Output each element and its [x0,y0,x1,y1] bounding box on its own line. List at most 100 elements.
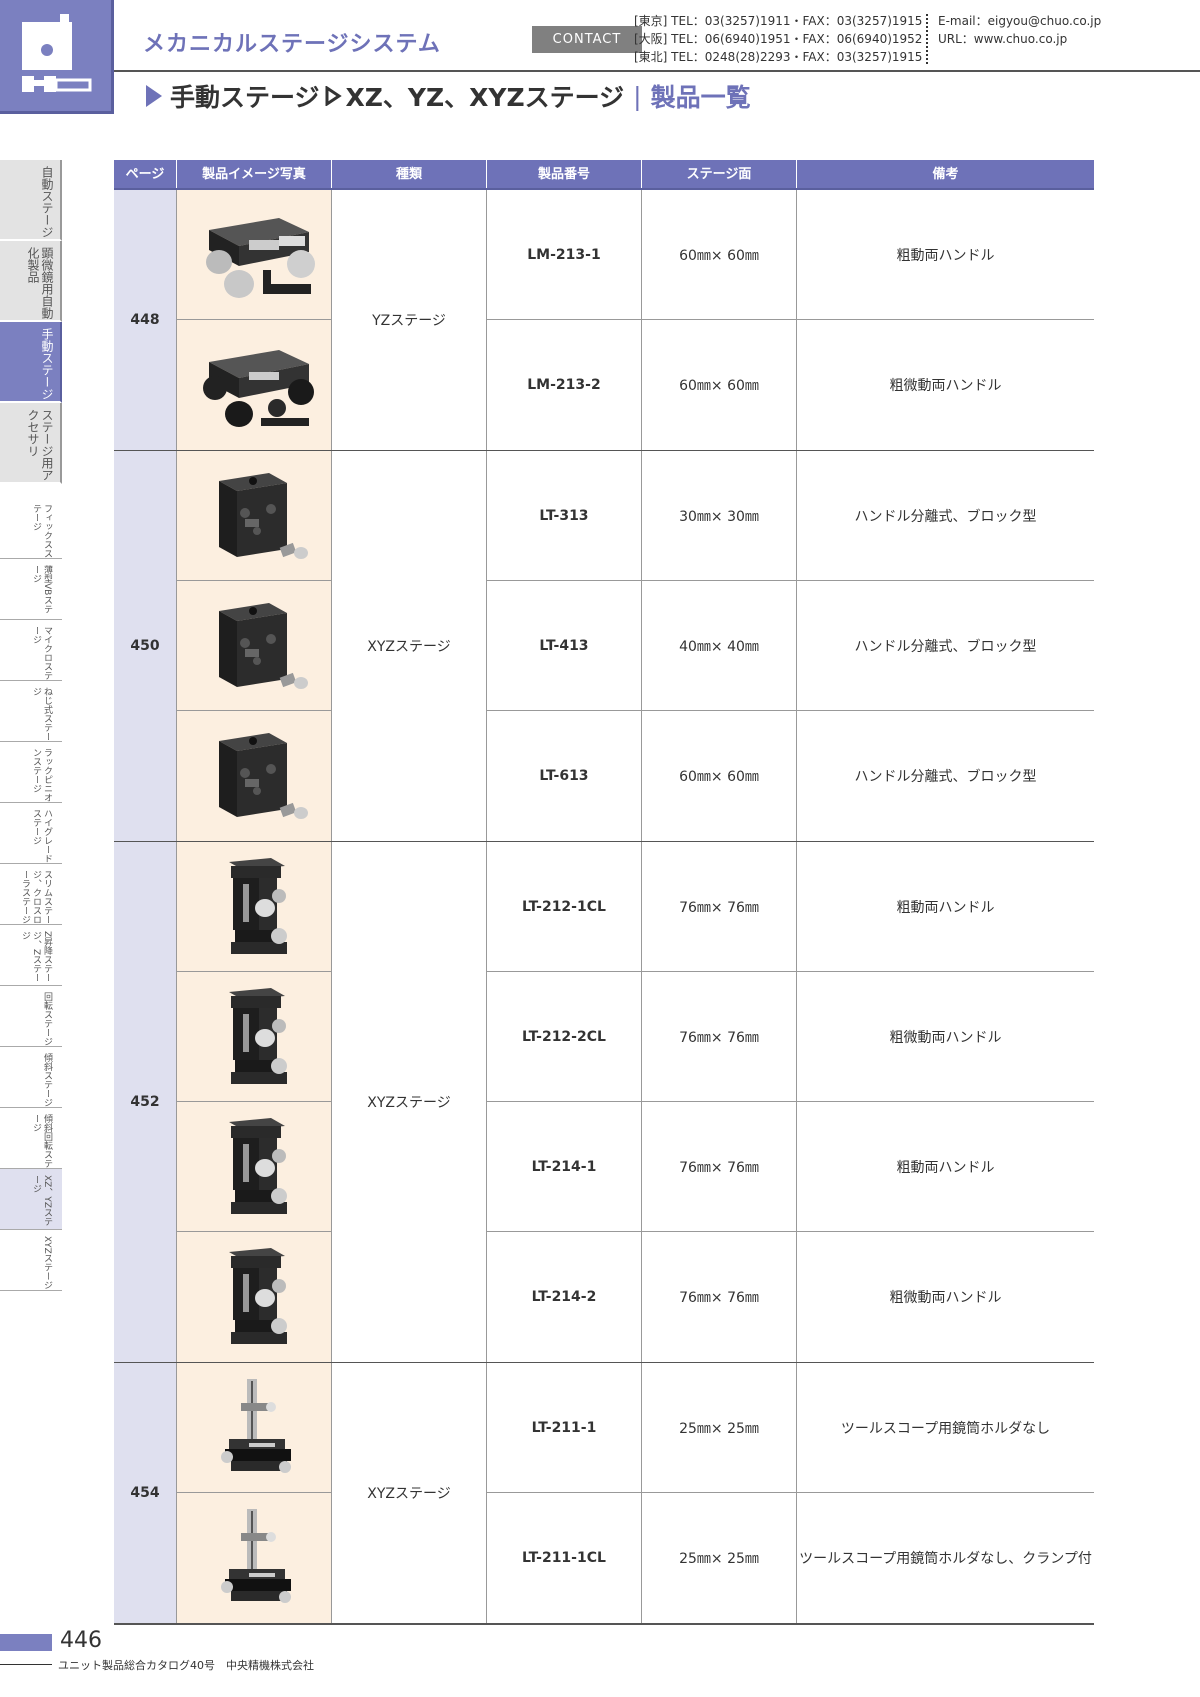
product-number[interactable]: LT-211-1CL [487,1493,642,1623]
page-ref[interactable]: 454 [114,1363,177,1623]
product-image [177,1493,331,1623]
tel-tokyo: [東京] TEL：03(3257)1911・FAX：03(3257)1915 [634,14,923,28]
table-group: 448 YZステージ LM-213-1 60㎜× 60㎜ 粗動両ハンドル LM-213-2… [114,190,1094,451]
product-number[interactable]: LT-212-2CL [487,972,642,1101]
table-row: LT-214-1 76㎜× 76㎜ 粗動両ハンドル [487,1102,1094,1232]
side-tab-label: 自動ステージ [40,166,54,238]
product-image [177,1232,331,1362]
sub-tab-label: 薄型VBステージ [31,565,52,614]
page-ref[interactable]: 450 [114,451,177,841]
table-group: 452 XYZステージ LT-212-1CL 76㎜× 76㎜ 粗動両ハンドル LT-21… [114,842,1094,1363]
stage-type: XYZステージ [332,842,487,1362]
stage-face-size: 25㎜× 25㎜ [642,1493,797,1623]
remarks: ハンドル分離式、ブロック型 [854,769,1037,785]
product-number[interactable]: LT-613 [487,711,642,841]
sub-tab[interactable]: ねじ式ステージ [0,681,62,742]
product-number[interactable]: LT-214-1 [487,1102,642,1231]
sub-tab[interactable]: 薄型VBステージ [0,559,62,620]
product-number[interactable]: LT-214-2 [487,1232,642,1362]
product-table: ページ 製品イメージ写真 種類 製品番号 ステージ面 備考 448 YZステージ L… [114,160,1094,1625]
sub-tab[interactable]: マイクロステージ [0,620,62,681]
table-row: LT-613 60㎜× 60㎜ ハンドル分離式、ブロック型 [487,711,1094,841]
sub-tab-label: フィックスステージ [31,504,52,558]
sub-tab-label: 傾斜ステージ [42,1053,52,1107]
product-rows: LT-212-1CL 76㎜× 76㎜ 粗動両ハンドル LT-212-2CL 76㎜× … [487,842,1094,1362]
sub-tab[interactable]: XYZステージ [0,1230,62,1291]
side-tab[interactable]: ステージ用アクセサリ [0,403,62,484]
catalog-credit: ユニット製品総合カタログ40号 中央精機株式会社 [58,1659,314,1672]
table-group: 450 XYZステージ LT-313 30㎜× 30㎜ ハンドル分離式、ブロック型 LT-… [114,451,1094,842]
product-number[interactable]: LT-211-1 [487,1363,642,1492]
stage-face-size: 76㎜× 76㎜ [642,1102,797,1231]
header-page: ページ [114,160,177,188]
sub-tab[interactable]: フィックスステージ [0,498,62,559]
remarks: ツールスコープ用鏡筒ホルダなし [840,1420,1051,1437]
side-tab[interactable]: 自動ステージ [0,160,62,241]
page-number: 446 [60,1628,102,1653]
stage-type: YZステージ [332,190,487,450]
image-column [177,842,332,1362]
header-stage-face: ステージ面 [642,160,797,188]
phone-fax-block: [東京] TEL：03(3257)1911・FAX：03(3257)1915 [… [634,12,922,66]
page-title: 手動ステージ XZ、YZ、XYZステージ | 製品一覧 [146,78,751,114]
product-image [177,1102,331,1232]
product-rows: LM-213-1 60㎜× 60㎜ 粗動両ハンドル LM-213-2 60㎜× 60㎜粗… [487,190,1094,450]
product-number[interactable]: LM-213-1 [487,190,642,319]
remarks: ハンドル分離式、ブロック型 [854,638,1037,655]
table-group: 454 XYZステージ LT-211-1 25㎜× 25㎜ ツールスコープ用鏡筒ホルダな… [114,1363,1094,1625]
product-image [177,581,331,711]
page-ref[interactable]: 448 [114,190,177,450]
sub-tab[interactable]: ハイグレードステージ [0,803,62,864]
contact-divider [926,14,928,64]
product-image [177,972,331,1102]
product-image [177,451,331,581]
title-separator: | [633,81,642,111]
stage-face-size: 60㎜× 60㎜ [642,190,797,319]
sub-tab[interactable]: スリムステージ、クロスローラステージ [0,864,62,925]
product-number[interactable]: LT-212-1CL [487,842,642,971]
sub-tab[interactable]: XZ、YZステージ [0,1169,62,1230]
side-tab[interactable]: 顕微鏡用自動化製品 [0,241,62,322]
side-tab-label: 顕微鏡用自動化製品 [26,247,54,319]
stage-photo-icon [219,472,308,559]
stage-face-size: 76㎜× 76㎜ [642,1232,797,1362]
sub-tab-label: Z昇降ステージ、Zステージ [20,931,52,983]
header-rule [114,70,1200,72]
stage-photo-icon [221,1509,291,1603]
product-number[interactable]: LT-313 [487,451,642,580]
table-row: LT-211-1 25㎜× 25㎜ ツールスコープ用鏡筒ホルダなし [487,1363,1094,1493]
table-row: LT-413 40㎜× 40㎜ ハンドル分離式、ブロック型 [487,581,1094,711]
side-tab[interactable]: 手動ステージ [0,322,62,403]
product-image [177,1363,331,1493]
product-number[interactable]: LT-413 [487,581,642,710]
url-link[interactable]: URL：www.chuo.co.jp [938,30,1101,48]
product-number[interactable]: LM-213-2 [487,320,642,450]
sub-tab-label: XYZステージ [42,1236,52,1290]
stage-photo-icon [219,733,308,819]
product-image [177,842,331,972]
stage-photo-icon [229,1117,287,1214]
sub-tab[interactable]: 傾斜ステージ [0,1047,62,1108]
remarks: 粗微動両ハンドル [889,1029,1002,1046]
email-link[interactable]: E-mail：eigyou@chuo.co.jp [938,12,1101,30]
product-rows: LT-211-1 25㎜× 25㎜ ツールスコープ用鏡筒ホルダなし LT-211-1C… [487,1363,1094,1623]
product-image [177,320,331,450]
stage-photo-icon [221,1378,291,1473]
header-remarks: 備考 [932,167,959,182]
table-header: ページ 製品イメージ写真 種類 製品番号 ステージ面 備考 [114,160,1094,190]
title-subcategory: XZ、YZ、XYZステージ [345,83,625,112]
contact-button[interactable]: CONTACT [532,26,642,53]
sub-tab[interactable]: Z昇降ステージ、Zステージ [0,925,62,986]
sub-tab[interactable]: 回転ステージ [0,986,62,1047]
sub-tab[interactable]: ラックピニオンステージ [0,742,62,803]
table-row: LT-214-2 76㎜× 76㎜ 粗微動両ハンドル [487,1232,1094,1362]
table-row: LM-213-1 60㎜× 60㎜ 粗動両ハンドル [487,190,1094,320]
sub-tab-label: XZ、YZステージ [31,1175,52,1226]
image-column [177,190,332,450]
table-row: LM-213-2 60㎜× 60㎜ 粗微動両ハンドル [487,320,1094,450]
table-row: LT-212-1CL 76㎜× 76㎜ 粗動両ハンドル [487,842,1094,972]
page-ref[interactable]: 452 [114,842,177,1362]
sub-tab[interactable]: 傾斜回転ステージ [0,1108,62,1169]
stage-type: XYZステージ [332,451,487,841]
remarks: 粗動両ハンドル [896,247,995,264]
